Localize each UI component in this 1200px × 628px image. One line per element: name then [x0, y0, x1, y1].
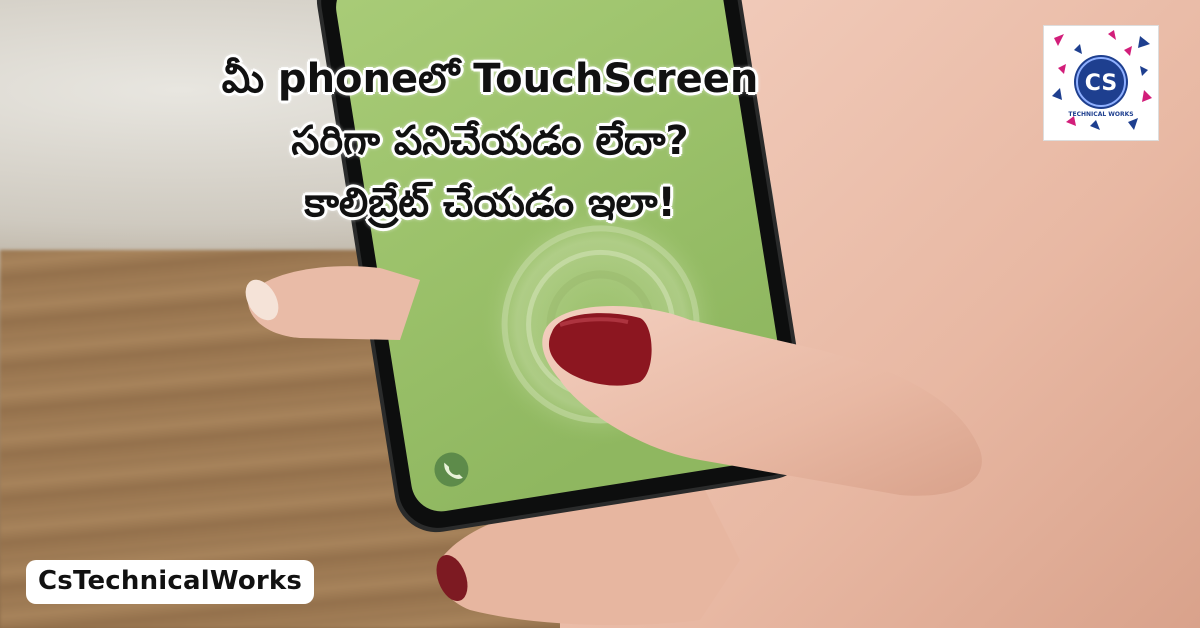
cs-technical-works-logo: CS TECHNICAL WORKS [1044, 26, 1158, 140]
headline-line-1: మీ phoneలో TouchScreen [221, 56, 759, 102]
logo-graphic: CS TECHNICAL WORKS [1052, 30, 1152, 130]
thumbnail-canvas: మీ phoneలో TouchScreen సరిగా పనిచేయడం లే… [0, 0, 1200, 628]
logo-initials: CS [1085, 71, 1117, 96]
channel-watermark: CsTechnicalWorks [26, 560, 315, 604]
headline: మీ phoneలో TouchScreen సరిగా పనిచేయడం లే… [150, 48, 830, 234]
headline-line-2: సరిగా పనిచేయడం లేదా? [291, 118, 689, 164]
headline-line-3: కాలిబ్రేట్ చేయడం ఇలా! [304, 180, 676, 226]
logo-subtext: TECHNICAL WORKS [1068, 111, 1133, 118]
